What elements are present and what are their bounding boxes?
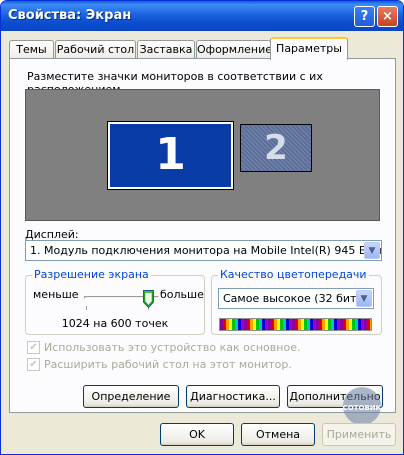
tab-settings[interactable]: Параметры <box>270 37 348 60</box>
resolution-slider-thumb[interactable] <box>143 290 154 308</box>
monitor-arrangement-area[interactable]: 1 2 <box>25 89 380 221</box>
extend-desktop-checkbox[interactable]: ✔ <box>27 358 40 371</box>
chevron-down-icon[interactable]: ▼ <box>364 242 380 259</box>
watermark-logo: СОТОВИК <box>343 387 382 425</box>
svg-text:СОТОВИК: СОТОВИК <box>343 404 382 412</box>
tab-desktop[interactable]: Рабочий стол <box>55 40 136 59</box>
resolution-group: Разрешение экрана меньше больше 1024 на … <box>25 268 205 335</box>
monitor-2-icon[interactable]: 2 <box>240 124 312 172</box>
tab-appearance[interactable]: Оформление <box>196 40 272 59</box>
resolution-more-label: больше <box>160 288 204 301</box>
identify-button[interactable]: Определение <box>83 385 179 408</box>
title-bar[interactable]: Свойства: Экран ? × <box>1 1 403 31</box>
slider-tick <box>86 306 87 310</box>
resolution-less-label: меньше <box>33 288 79 301</box>
display-select[interactable]: 1. Модуль подключения монитора на Mobile… <box>25 240 382 261</box>
color-quality-legend: Качество цветопередачи <box>218 268 369 281</box>
troubleshoot-button[interactable]: Диагностика... <box>186 385 280 408</box>
close-button[interactable]: × <box>377 6 398 27</box>
resolution-legend: Разрешение экрана <box>32 268 151 281</box>
window-title: Свойства: Экран <box>8 8 132 23</box>
primary-device-checkbox[interactable]: ✔ <box>27 341 40 354</box>
tab-themes[interactable]: Темы <box>9 40 54 59</box>
primary-device-label: Использовать это устройство как основное… <box>44 341 301 354</box>
help-button[interactable]: ? <box>354 6 375 27</box>
display-select-value: 1. Модуль подключения монитора на Mobile… <box>30 244 381 257</box>
color-quality-select[interactable]: Самое высокое (32 бита) ▼ <box>218 288 374 309</box>
settings-panel: Разместите значки мониторов в соответств… <box>9 58 396 413</box>
color-spectrum-bar <box>219 318 372 331</box>
color-quality-group: Качество цветопередачи Самое высокое (32… <box>211 268 382 335</box>
color-quality-value: Самое высокое (32 бита) <box>223 292 368 305</box>
monitor-1-icon[interactable]: 1 <box>107 121 234 190</box>
extend-desktop-label: Расширить рабочий стол на этот монитор. <box>44 358 292 371</box>
resolution-value: 1024 на 600 точек <box>61 317 169 330</box>
ok-button[interactable]: OK <box>160 423 234 446</box>
chevron-down-icon[interactable]: ▼ <box>356 290 372 307</box>
display-properties-window: Свойства: Экран ? × Темы Рабочий стол За… <box>0 0 404 455</box>
apply-button[interactable]: Применить <box>322 423 396 446</box>
cancel-button[interactable]: Отмена <box>241 423 315 446</box>
tab-screensaver[interactable]: Заставка <box>137 40 195 59</box>
